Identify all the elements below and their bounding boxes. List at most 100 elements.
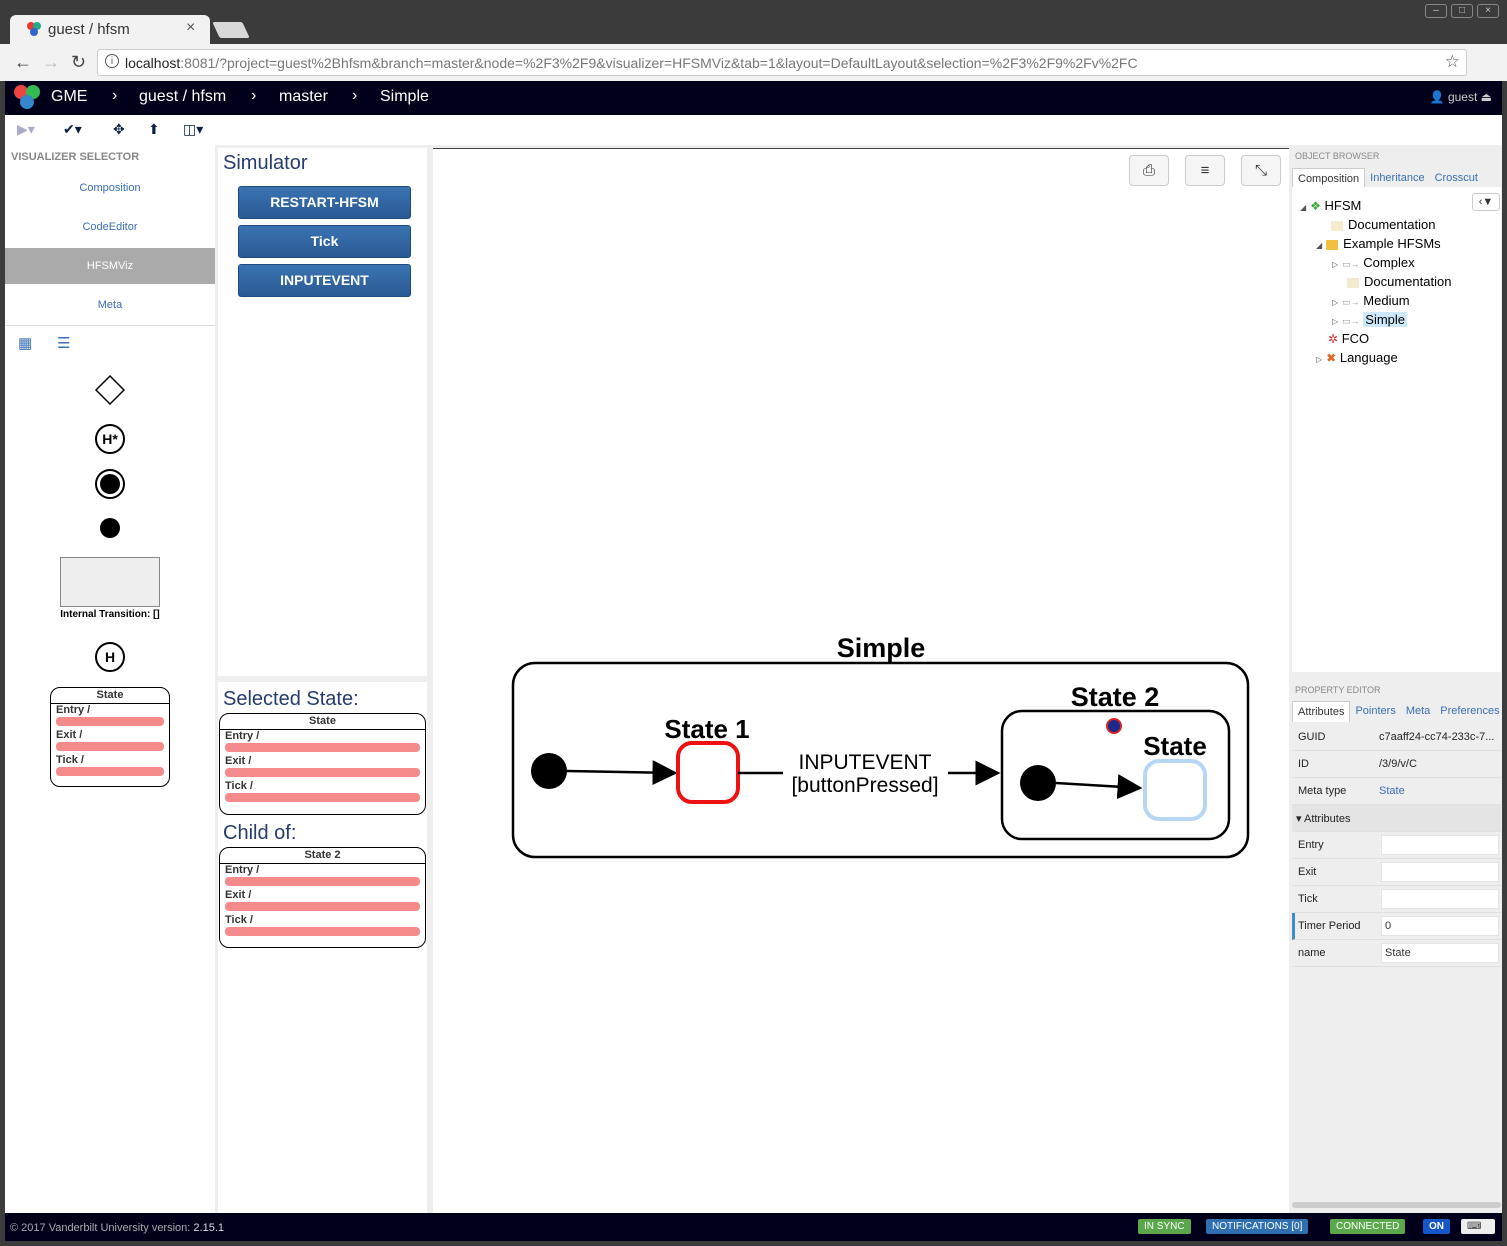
exit-label: Exit: [1298, 866, 1317, 878]
transition-event[interactable]: INPUTEVENT: [798, 751, 931, 774]
state-part[interactable]: State Entry / Exit / Tick /: [50, 687, 170, 787]
exit-row: Exit: [1292, 859, 1501, 886]
bookmark-star-icon[interactable]: ☆: [1445, 52, 1460, 72]
tab-crosscut[interactable]: Crosscut: [1430, 168, 1483, 189]
url-input[interactable]: i localhost:8081/?project=guest%2Bhfsm&b…: [97, 49, 1467, 76]
divider: [5, 325, 215, 326]
tick-button[interactable]: Tick: [238, 225, 411, 258]
name-field[interactable]: State: [1381, 943, 1499, 963]
choice-pseudostate-icon[interactable]: [94, 374, 126, 406]
visualizer-codeeditor[interactable]: CodeEditor: [5, 209, 215, 245]
check-model-icon[interactable]: ✔▾: [63, 121, 82, 138]
breadcrumb-project[interactable]: guest / hfsm: [139, 88, 226, 106]
tree-node-documentation[interactable]: Documentation: [1331, 217, 1435, 232]
copyright: © 2017 Vanderbilt University version: 2.…: [10, 1222, 224, 1234]
document-icon: [1331, 220, 1343, 231]
exit-field[interactable]: [1381, 862, 1499, 882]
timer-field[interactable]: 0: [1381, 916, 1499, 936]
initial-pseudostate[interactable]: [531, 753, 567, 789]
internal-transition-label: Internal Transition: []: [60, 609, 160, 620]
toolbar: ▶▾ ✔▾ ✥ ⬆ ◫▾: [5, 115, 1502, 145]
tab-composition[interactable]: Composition: [1292, 168, 1366, 189]
guid-row: GUID c7aaff24-cc74-233c-7...: [1292, 724, 1501, 751]
url-host: localhost: [125, 55, 181, 71]
selected-state-panel: Selected State: State Entry / Exit / Tic…: [218, 682, 427, 1213]
property-editor-title: PROPERTY EDITOR: [1295, 685, 1381, 695]
visualizer-hfsmviz[interactable]: HFSMViz: [5, 248, 215, 284]
deep-history-icon[interactable]: H*: [94, 423, 126, 455]
selected-state-label: Selected State:: [223, 688, 359, 710]
breadcrumb-branch[interactable]: master: [279, 88, 328, 106]
close-window-icon[interactable]: ×: [1477, 4, 1499, 18]
grid-view-icon[interactable]: ▦: [18, 334, 32, 352]
state1[interactable]: [676, 741, 740, 804]
notifications-button[interactable]: NOTIFICATIONS [0]: [1206, 1219, 1309, 1234]
back-arrow-icon[interactable]: ←: [14, 52, 32, 73]
tab-inheritance[interactable]: Inheritance: [1365, 168, 1429, 189]
state2-title: State 2: [1071, 682, 1160, 712]
info-icon[interactable]: i: [105, 54, 119, 68]
object-browser-panel: OBJECT BROWSER Composition Inheritance C…: [1291, 145, 1502, 672]
brand-label[interactable]: GME: [51, 88, 87, 106]
tab-close-icon[interactable]: ×: [186, 19, 195, 37]
inputevent-button[interactable]: INPUTEVENT: [238, 264, 411, 297]
scrollbar[interactable]: [1292, 1202, 1501, 1208]
tab-attributes[interactable]: Attributes: [1292, 701, 1351, 722]
tick-field[interactable]: [1381, 889, 1499, 909]
code-bar: [225, 902, 420, 911]
folder-icon: [1326, 239, 1339, 250]
browser-tab[interactable]: guest / hfsm ×: [10, 15, 210, 45]
inner-state[interactable]: [1143, 759, 1207, 821]
tab-preferences[interactable]: Preferences: [1435, 701, 1504, 722]
initial-state-icon[interactable]: [99, 517, 121, 539]
name-label: name: [1298, 947, 1326, 959]
list-view-icon[interactable]: ☰: [57, 334, 70, 352]
transition-guard[interactable]: [buttonPressed]: [791, 774, 938, 797]
tree-node-hfsm[interactable]: ◢ ❖ HFSM: [1300, 198, 1361, 213]
visualizer-selector-title: VISUALIZER SELECTOR: [11, 151, 140, 163]
breadcrumb-node[interactable]: Simple: [380, 88, 429, 106]
webgme-favicon-icon: [27, 22, 41, 36]
move-tool-icon[interactable]: ✥: [113, 121, 125, 138]
code-bar: [56, 742, 164, 751]
toggle-on-button[interactable]: ON: [1423, 1219, 1450, 1234]
tree-node-example-hfsms[interactable]: ◢ Example HFSMs: [1316, 236, 1441, 251]
shallow-history-icon[interactable]: H: [94, 641, 126, 673]
svg-text:H: H: [105, 649, 115, 665]
filter-icon[interactable]: ‹▼: [1472, 193, 1500, 211]
maximize-icon[interactable]: □: [1451, 4, 1473, 18]
metatype-row: Meta type State: [1292, 778, 1501, 805]
tab-meta[interactable]: Meta: [1401, 701, 1435, 722]
restart-hfsm-button[interactable]: RESTART-HFSM: [238, 186, 411, 219]
reload-icon[interactable]: ↻: [71, 52, 86, 73]
layout-columns-icon[interactable]: ◫▾: [183, 121, 203, 138]
visualizer-composition[interactable]: Composition: [5, 170, 215, 206]
entry-field[interactable]: [1381, 835, 1499, 855]
tree-node-fco[interactable]: ✲ FCO: [1328, 331, 1369, 346]
root-state-title: Simple: [837, 633, 926, 663]
user-menu[interactable]: 👤 guest ⏏: [1430, 90, 1492, 104]
upload-icon[interactable]: ⬆: [148, 121, 160, 138]
visualizer-meta[interactable]: Meta: [5, 287, 215, 323]
tree-node-language[interactable]: ▷ ✖ Language: [1316, 350, 1398, 365]
object-browser-title: OBJECT BROWSER: [1295, 151, 1380, 161]
keyboard-icon[interactable]: ⌨: [1461, 1219, 1495, 1234]
end-state-icon[interactable]: [94, 468, 126, 500]
tab-pointers[interactable]: Pointers: [1350, 701, 1400, 722]
hfsm-canvas[interactable]: ⎙ ≡ ⤡ Simple State 1 INPUTEVENT [buttonP…: [433, 148, 1289, 1213]
new-tab-button[interactable]: [212, 22, 250, 38]
id-value: /3/9/v/C: [1379, 758, 1417, 770]
code-bar: [56, 717, 164, 726]
minimize-icon[interactable]: –: [1425, 4, 1447, 18]
tree-node-simple[interactable]: ▷ ▭→ Simple: [1332, 312, 1408, 327]
play-plugin-icon[interactable]: ▶▾: [17, 121, 35, 138]
forward-arrow-icon[interactable]: →: [42, 52, 60, 73]
tree-node-ex-documentation[interactable]: Documentation: [1347, 274, 1451, 289]
state2-initial-pseudostate[interactable]: [1020, 765, 1056, 801]
metatype-link[interactable]: State: [1379, 785, 1405, 797]
attributes-group-header[interactable]: ▾ Attributes: [1292, 805, 1501, 832]
state2-marker[interactable]: [1106, 718, 1122, 734]
tree-node-medium[interactable]: ▷ ▭→ Medium: [1332, 293, 1410, 308]
internal-transition-part[interactable]: [60, 557, 160, 607]
tree-node-complex[interactable]: ▷ ▭→ Complex: [1332, 255, 1415, 270]
